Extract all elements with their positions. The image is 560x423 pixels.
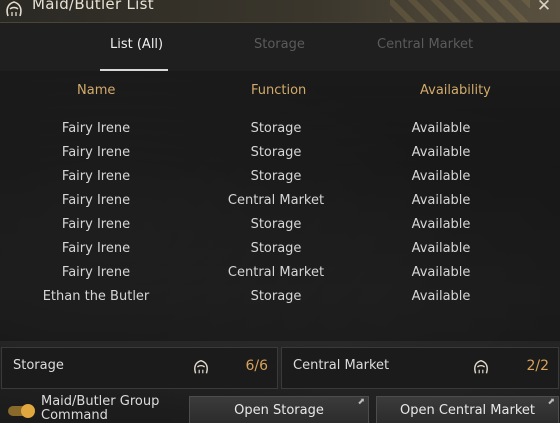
title-bar-pattern — [390, 0, 530, 22]
external-link-icon: ⬈ — [547, 397, 555, 407]
column-header-name: Name — [77, 83, 116, 98]
maid-availability: Available — [411, 289, 471, 304]
central-market-summary: Central Market 2/2 — [281, 347, 559, 389]
maid-name: Fairy Irene — [61, 241, 131, 256]
list-item[interactable]: Fairy Irene Storage Available — [0, 118, 560, 142]
tab-list-all[interactable]: List (All) — [110, 37, 163, 52]
central-market-count: 2/2 — [526, 358, 549, 374]
open-storage-label: Open Storage — [234, 403, 324, 418]
list-item[interactable]: Fairy Irene Storage Available — [0, 214, 560, 238]
maid-function: Storage — [250, 289, 302, 304]
maid-name: Fairy Irene — [61, 217, 131, 232]
maid-function: Storage — [250, 121, 302, 136]
maid-availability: Available — [411, 241, 471, 256]
tab-central-market[interactable]: Central Market — [377, 37, 473, 52]
tab-bar: List (All) Storage Central Market — [0, 23, 560, 71]
maid-availability: Available — [411, 193, 471, 208]
maid-availability: Available — [411, 217, 471, 232]
maid-icon — [6, 1, 22, 17]
maid-name: Fairy Irene — [61, 121, 131, 136]
maid-icon — [194, 359, 208, 374]
window-title: Maid/Butler List — [32, 0, 154, 13]
list-item[interactable]: Fairy Irene Storage Available — [0, 238, 560, 262]
list-item[interactable]: Fairy Irene Central Market Available — [0, 190, 560, 214]
maid-function: Central Market — [227, 193, 325, 208]
group-command-label: Maid/Butler Group Command — [41, 394, 160, 423]
maid-name: Fairy Irene — [61, 265, 131, 280]
maid-name: Ethan the Butler — [42, 289, 150, 304]
maid-function: Storage — [250, 169, 302, 184]
list-item[interactable]: Fairy Irene Storage Available — [0, 166, 560, 190]
maid-icon — [474, 359, 488, 374]
external-link-icon: ⬈ — [357, 397, 365, 407]
maid-name: Fairy Irene — [61, 145, 131, 160]
toggle-knob — [21, 404, 35, 418]
maid-availability: Available — [411, 145, 471, 160]
maid-function: Storage — [250, 241, 302, 256]
maid-function: Central Market — [227, 265, 325, 280]
maid-availability: Available — [411, 121, 471, 136]
storage-count: 6/6 — [245, 358, 268, 374]
maid-function: Storage — [250, 217, 302, 232]
central-market-summary-label: Central Market — [293, 358, 390, 373]
column-header-availability: Availability — [420, 83, 491, 98]
maid-name: Fairy Irene — [61, 193, 131, 208]
maid-function: Storage — [250, 145, 302, 160]
open-storage-button[interactable]: Open Storage ⬈ — [189, 396, 369, 423]
maid-butler-window: Maid/Butler List ✕ List (All) Storage Ce… — [0, 0, 560, 423]
list-item[interactable]: Fairy Irene Storage Available — [0, 142, 560, 166]
maid-list: Name Function Availability Fairy Irene S… — [0, 71, 560, 341]
maid-availability: Available — [411, 169, 471, 184]
storage-summary: Storage 6/6 — [1, 347, 278, 389]
list-item[interactable]: Fairy Irene Central Market Available — [0, 262, 560, 286]
maid-name: Fairy Irene — [61, 169, 131, 184]
group-command-toggle[interactable] — [8, 404, 35, 418]
list-item[interactable]: Ethan the Butler Storage Available — [0, 286, 560, 310]
open-central-market-label: Open Central Market — [399, 403, 535, 418]
open-central-market-button[interactable]: Open Central Market ⬈ — [376, 396, 559, 423]
close-button[interactable]: ✕ — [534, 0, 554, 16]
title-bar[interactable]: Maid/Butler List ✕ — [0, 0, 560, 23]
tab-storage[interactable]: Storage — [254, 37, 305, 52]
maid-availability: Available — [411, 265, 471, 280]
storage-summary-label: Storage — [13, 358, 64, 373]
column-header-function: Function — [251, 83, 307, 98]
